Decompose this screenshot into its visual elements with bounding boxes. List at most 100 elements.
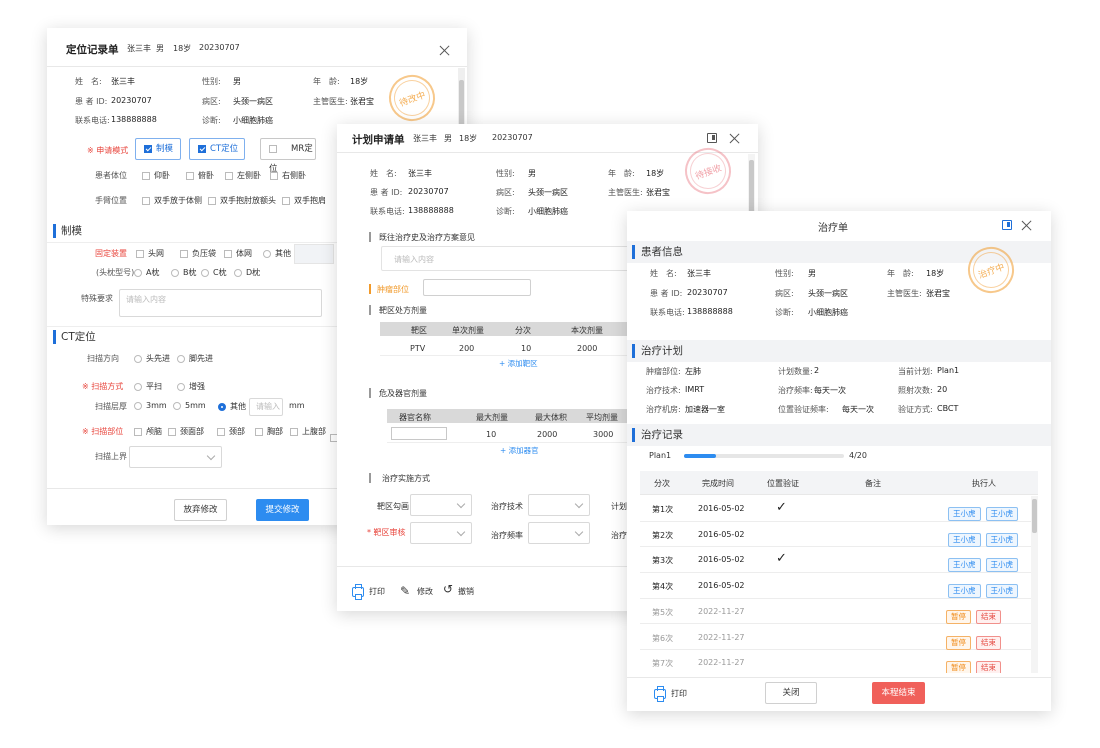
position-option[interactable]: 俯卧 bbox=[186, 170, 214, 181]
slice-option[interactable]: 3mm bbox=[134, 401, 167, 410]
fixture-option[interactable]: 体网 bbox=[224, 248, 252, 259]
contour-select[interactable] bbox=[410, 494, 472, 516]
executor-tag[interactable]: 王小虎 bbox=[948, 532, 981, 547]
undo-icon[interactable]: ↺ bbox=[443, 582, 453, 596]
info-label: 年 龄: bbox=[887, 269, 914, 278]
plan-value: CBCT bbox=[937, 404, 959, 413]
scan-part-option[interactable]: 颅脑 bbox=[134, 426, 162, 437]
fixture-option[interactable]: 其他 bbox=[263, 248, 291, 259]
scan-upper-select[interactable] bbox=[129, 446, 222, 468]
edit-button[interactable]: 修改 bbox=[417, 586, 433, 597]
table-cell: 10 bbox=[486, 430, 497, 439]
scrollbar[interactable] bbox=[1031, 496, 1038, 673]
arm-option[interactable]: 双手抱肘放额头 bbox=[208, 195, 276, 206]
scan-part-option[interactable]: 颈面部 bbox=[168, 426, 204, 437]
mode-chip-mr[interactable]: MR定位 bbox=[260, 138, 316, 174]
end-button[interactable]: 结束 bbox=[976, 609, 1001, 624]
divider bbox=[387, 442, 647, 443]
end-button[interactable]: 结束 bbox=[976, 661, 1001, 673]
window-toggle-icon[interactable] bbox=[707, 133, 717, 143]
arm-option[interactable]: 双手抱肩 bbox=[282, 195, 326, 206]
slice-option[interactable]: 其他 bbox=[218, 401, 246, 412]
print-button[interactable]: 打印 bbox=[369, 586, 385, 597]
window-toggle-icon[interactable] bbox=[1002, 220, 1012, 230]
print-button[interactable]: 打印 bbox=[671, 688, 687, 699]
info-value: 头颈一病区 bbox=[808, 289, 848, 298]
position-option[interactable]: 右侧卧 bbox=[270, 170, 306, 181]
discard-button[interactable]: 放弃修改 bbox=[174, 499, 227, 521]
close-icon[interactable] bbox=[1021, 220, 1032, 231]
pause-button[interactable]: 暂停 bbox=[946, 635, 971, 650]
pillow-option[interactable]: C枕 bbox=[201, 267, 227, 278]
info-value: 18岁 bbox=[646, 169, 665, 178]
mode-chip-ct[interactable]: CT定位 bbox=[189, 138, 245, 160]
pause-button[interactable]: 暂停 bbox=[946, 661, 971, 673]
plan-value: 20 bbox=[937, 385, 948, 394]
executor-tag[interactable]: 王小虎 bbox=[985, 507, 1018, 521]
executor-tag[interactable]: 王小虎 bbox=[985, 584, 1018, 599]
close-button[interactable]: 关闭 bbox=[765, 682, 817, 704]
scan-mode-option[interactable]: 平扫 bbox=[134, 381, 162, 392]
executor-tag[interactable]: 王小虎 bbox=[948, 507, 981, 521]
info-label: 年 龄: bbox=[608, 169, 635, 178]
info-label: 年 龄: bbox=[313, 77, 340, 86]
organ-name-input[interactable] bbox=[391, 427, 447, 440]
scan-part-option[interactable]: 胸部 bbox=[255, 426, 283, 437]
review-select[interactable] bbox=[410, 522, 472, 544]
fixture-option[interactable]: 头网 bbox=[136, 248, 164, 259]
slice-other-input[interactable]: 请输入 bbox=[249, 398, 283, 416]
position-option[interactable]: 仰卧 bbox=[142, 170, 170, 181]
mode-chip-mold[interactable]: 制模 bbox=[135, 138, 181, 160]
pillow-option[interactable]: A枕 bbox=[134, 267, 159, 278]
info-label: 主管医生: bbox=[608, 188, 643, 197]
window-title: 计划申请单 bbox=[352, 134, 405, 146]
printer-icon[interactable] bbox=[352, 584, 364, 600]
close-icon[interactable] bbox=[729, 133, 740, 144]
plan-label: 当前计划: bbox=[898, 367, 933, 376]
executor-tag[interactable]: 王小虎 bbox=[948, 558, 981, 573]
scan-mode-option[interactable]: 增强 bbox=[177, 381, 205, 392]
table-row: 第3次 2016-05-02 ✓ 王小虎 王小虎 bbox=[640, 547, 1032, 574]
header-age: 18岁 bbox=[459, 134, 478, 143]
close-icon[interactable] bbox=[439, 45, 450, 56]
table-cell-date: 2022-11-27 bbox=[698, 606, 745, 616]
header-patient-name: 张三丰 bbox=[413, 134, 437, 143]
scan-dir-option[interactable]: 脚先进 bbox=[177, 353, 213, 364]
tech-select[interactable] bbox=[528, 494, 590, 516]
add-organ-link[interactable]: + 添加器官 bbox=[500, 445, 539, 456]
end-button[interactable]: 结束 bbox=[976, 635, 1001, 650]
executor-tag[interactable]: 王小虎 bbox=[948, 584, 981, 599]
special-textarea[interactable]: 请输入内容 bbox=[119, 289, 322, 317]
pillow-option[interactable]: D枕 bbox=[234, 267, 260, 278]
fixture-other-input[interactable] bbox=[294, 244, 334, 264]
submit-button[interactable]: 提交修改 bbox=[256, 499, 309, 521]
printer-icon[interactable] bbox=[654, 686, 666, 702]
slice-option[interactable]: 5mm bbox=[173, 401, 206, 410]
tumor-input[interactable] bbox=[423, 279, 531, 296]
scan-part-option[interactable]: 上腹部 bbox=[290, 426, 326, 437]
pause-button[interactable]: 暂停 bbox=[946, 609, 971, 624]
plan-value: 2 bbox=[814, 366, 820, 375]
info-label: 患 者 ID: bbox=[370, 188, 403, 197]
pillow-label: (头枕型号) bbox=[96, 268, 135, 277]
freq-select[interactable] bbox=[528, 522, 590, 544]
arm-option[interactable]: 双手放于体侧 bbox=[142, 195, 202, 206]
window-header: 计划申请单 张三丰 男 18岁 20230707 bbox=[337, 124, 758, 152]
info-label: 联系电话: bbox=[75, 116, 110, 125]
info-label: 病区: bbox=[496, 188, 515, 197]
revoke-button[interactable]: 撤销 bbox=[458, 586, 474, 597]
executor-tag[interactable]: 王小虎 bbox=[985, 558, 1018, 573]
column-header: 执行人 bbox=[972, 479, 996, 488]
scan-dir-label: 扫描方向 bbox=[87, 354, 119, 363]
scan-dir-option[interactable]: 头先进 bbox=[134, 353, 170, 364]
history-textarea[interactable]: 请输入内容 bbox=[381, 246, 636, 271]
position-option[interactable]: 左侧卧 bbox=[225, 170, 261, 181]
info-label: 病区: bbox=[202, 97, 221, 106]
pencil-icon[interactable]: ✎ bbox=[400, 584, 410, 598]
fixture-option[interactable]: 负压袋 bbox=[180, 248, 216, 259]
scan-part-option[interactable]: 颈部 bbox=[217, 426, 245, 437]
executor-tag[interactable]: 王小虎 bbox=[985, 532, 1018, 547]
add-target-link[interactable]: + 添加靶区 bbox=[499, 358, 538, 369]
end-course-button[interactable]: 本程结束 bbox=[872, 682, 925, 704]
pillow-option[interactable]: B枕 bbox=[171, 267, 197, 278]
